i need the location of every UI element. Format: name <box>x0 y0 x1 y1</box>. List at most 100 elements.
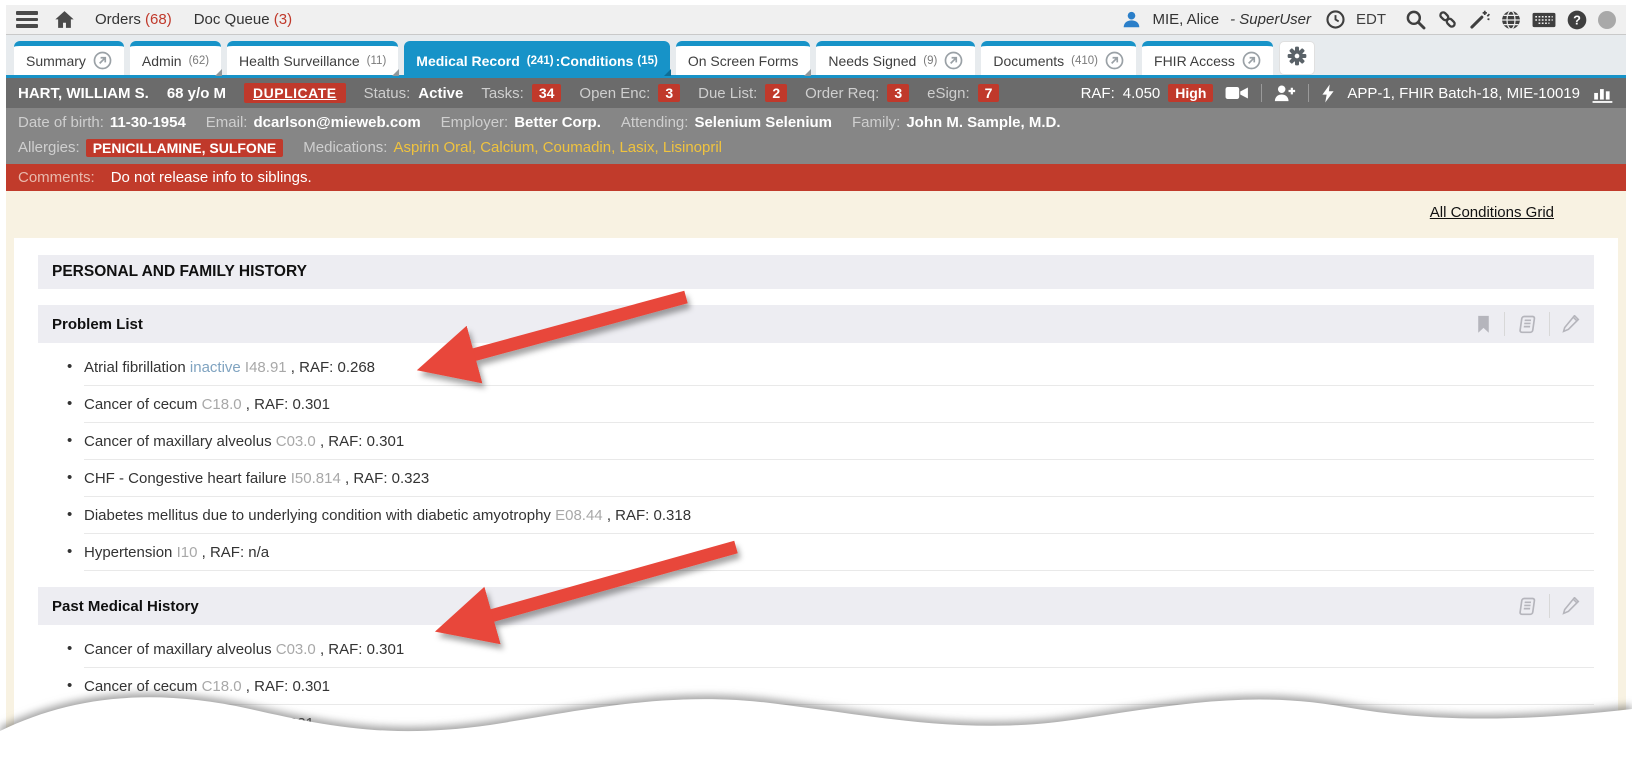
section-problem-list: Problem List <box>38 305 1594 343</box>
user-avatar-icon[interactable] <box>1122 10 1141 29</box>
edit-pencil-icon[interactable] <box>1562 315 1580 333</box>
patient-age-sex: 68 y/o M <box>167 85 226 102</box>
due-list-count-badge[interactable]: 2 <box>765 84 787 102</box>
doc-queue-count: (3) <box>274 11 292 28</box>
timezone-label: EDT <box>1356 11 1386 28</box>
patient-name[interactable]: HART, WILLIAM S. <box>18 85 149 102</box>
allergies-badge[interactable]: PENICILLAMINE, SULFONE <box>86 139 284 157</box>
open-new-window-icon[interactable] <box>93 51 112 70</box>
past-medical-item: Cancer of maxillary alveolus C03.0 , RAF… <box>84 631 1594 668</box>
medication-link[interactable]: Calcium <box>480 139 534 156</box>
svg-text:?: ? <box>1573 12 1581 27</box>
stat-esign: eSign: 7 <box>927 84 999 102</box>
nav-doc-queue[interactable]: Doc Queue (3) <box>194 11 292 28</box>
chart-icon[interactable] <box>1592 84 1614 103</box>
medication-link[interactable]: Aspirin Oral <box>393 139 471 156</box>
past-medical-list: Cancer of maxillary alveolus C03.0 , RAF… <box>38 631 1594 741</box>
stat-tasks: Tasks: 34 <box>481 84 561 102</box>
attending-field: Attending:Selenium Selenium <box>621 114 832 131</box>
top-nav: Orders (68) Doc Queue (3) <box>95 11 292 28</box>
keyboard-icon[interactable] <box>1532 11 1556 29</box>
problem-item: Cancer of cecum C18.0 , RAF: 0.301 <box>84 386 1594 423</box>
edit-pencil-icon[interactable] <box>1562 597 1580 615</box>
add-user-icon[interactable] <box>1274 84 1296 102</box>
tab-fhir-access[interactable]: FHIR Access <box>1142 41 1273 75</box>
journal-icon[interactable] <box>1517 315 1537 334</box>
tab-settings-button[interactable] <box>1279 41 1315 75</box>
all-conditions-grid-link[interactable]: All Conditions Grid <box>1430 204 1554 221</box>
stat-open-enc: Open Enc: 3 <box>579 84 680 102</box>
dob-field: Date of birth:11-30-1954 <box>18 114 186 131</box>
open-new-window-icon[interactable] <box>944 51 963 70</box>
problem-item: Hypertension I10 , RAF: n/a <box>84 534 1594 571</box>
home-icon[interactable] <box>54 10 75 29</box>
patient-banner: HART, WILLIAM S. 68 y/o M DUPLICATE Stat… <box>6 78 1626 108</box>
tab-admin[interactable]: Admin (62) <box>130 41 221 75</box>
gears-icon <box>1287 46 1307 71</box>
link-icon[interactable] <box>1437 9 1458 30</box>
raf-level-badge: High <box>1168 84 1213 102</box>
orders-count: (68) <box>145 11 172 28</box>
employer-field: Employer:Better Corp. <box>441 114 601 131</box>
problem-item: Atrial fibrillation inactive I48.91 , RA… <box>84 349 1594 386</box>
open-new-window-icon[interactable] <box>1105 51 1124 70</box>
stat-due-list: Due List: 2 <box>698 84 787 102</box>
section-past-medical-history: Past Medical History <box>38 587 1594 625</box>
tab-documents[interactable]: Documents (410) <box>981 41 1136 75</box>
patient-banner-right: RAF: 4.050 High APP-1, FHIR Batch-18, MI… <box>1081 84 1614 103</box>
clock-icon[interactable] <box>1326 10 1345 29</box>
tab-health-surveillance[interactable]: Health Surveillance (11) <box>227 41 398 75</box>
tab-bar: Summary Admin (62) Health Surveillance (… <box>6 35 1626 78</box>
allergies-field: Allergies: PENICILLAMINE, SULFONE <box>18 139 283 157</box>
stat-order-req: Order Req: 3 <box>805 84 909 102</box>
globe-icon[interactable] <box>1501 10 1521 30</box>
problem-item: CHF - Congestive heart failure I50.814 ,… <box>84 460 1594 497</box>
esign-count-badge[interactable]: 7 <box>978 84 1000 102</box>
hamburger-menu-icon[interactable] <box>16 11 38 28</box>
user-name[interactable]: MIE, Alice <box>1152 11 1219 28</box>
open-enc-count-badge[interactable]: 3 <box>658 84 680 102</box>
email-field: Email:dcarlson@mieweb.com <box>206 114 421 131</box>
search-icon[interactable] <box>1405 9 1426 30</box>
nav-orders[interactable]: Orders (68) <box>95 11 172 28</box>
tab-medical-record-conditions[interactable]: Medical Record (241):Conditions (15) <box>404 41 670 75</box>
presence-indicator[interactable] <box>1598 11 1616 29</box>
user-role: - SuperUser <box>1230 11 1311 28</box>
journal-icon[interactable] <box>1517 597 1537 616</box>
comments-text: Do not release info to siblings. <box>111 169 312 186</box>
medications-field: Medications: Aspirin Oral, Calcium, Coum… <box>303 139 722 156</box>
wand-icon[interactable] <box>1469 9 1490 30</box>
medication-link[interactable]: Lisinopril <box>663 139 722 156</box>
patient-demographics: Date of birth:11-30-1954 Email:dcarlson@… <box>6 108 1626 164</box>
section-personal-family-history: PERSONAL AND FAMILY HISTORY <box>38 255 1594 289</box>
video-camera-icon[interactable] <box>1225 84 1249 102</box>
problem-list: Atrial fibrillation inactive I48.91 , RA… <box>38 349 1594 571</box>
duplicate-badge[interactable]: DUPLICATE <box>244 83 346 103</box>
tab-on-screen-forms[interactable]: On Screen Forms <box>676 41 810 75</box>
comments-bar: Comments: Do not release info to sibling… <box>6 164 1626 191</box>
app-window: Orders (68) Doc Queue (3) MIE, Alice - S… <box>0 0 1632 762</box>
app-context-label: APP-1, FHIR Batch-18, MIE-10019 <box>1347 85 1580 102</box>
main-content: All Conditions Grid PERSONAL AND FAMILY … <box>6 191 1626 757</box>
flash-icon[interactable] <box>1321 84 1335 103</box>
past-medical-item: Cancer of cecum C18.0 , RAF: 0.301 <box>84 668 1594 705</box>
tasks-count-badge[interactable]: 34 <box>532 84 562 102</box>
past-medical-item: I25.2 , RAF: 0.221 <box>84 705 1594 741</box>
raf-score: RAF: 4.050 High <box>1081 84 1214 102</box>
help-icon[interactable]: ? <box>1567 10 1587 30</box>
top-bar: Orders (68) Doc Queue (3) MIE, Alice - S… <box>6 5 1626 35</box>
condition-status-link[interactable]: inactive <box>190 359 241 376</box>
bookmark-icon[interactable] <box>1475 315 1492 334</box>
tab-summary[interactable]: Summary <box>14 41 124 75</box>
medication-link[interactable]: Lasix <box>619 139 654 156</box>
problem-item: Cancer of maxillary alveolus C03.0 , RAF… <box>84 423 1594 460</box>
top-bar-right: MIE, Alice - SuperUser EDT <box>1122 9 1616 30</box>
open-new-window-icon[interactable] <box>1242 51 1261 70</box>
tab-needs-signed[interactable]: Needs Signed (9) <box>816 41 975 75</box>
conditions-card: PERSONAL AND FAMILY HISTORY Problem List… <box>14 238 1618 762</box>
order-req-count-badge[interactable]: 3 <box>887 84 909 102</box>
medication-link[interactable]: Coumadin <box>543 139 611 156</box>
problem-item: Diabetes mellitus due to underlying cond… <box>84 497 1594 534</box>
family-field: Family:John M. Sample, M.D. <box>852 114 1061 131</box>
patient-status: Status: Active <box>364 85 464 102</box>
